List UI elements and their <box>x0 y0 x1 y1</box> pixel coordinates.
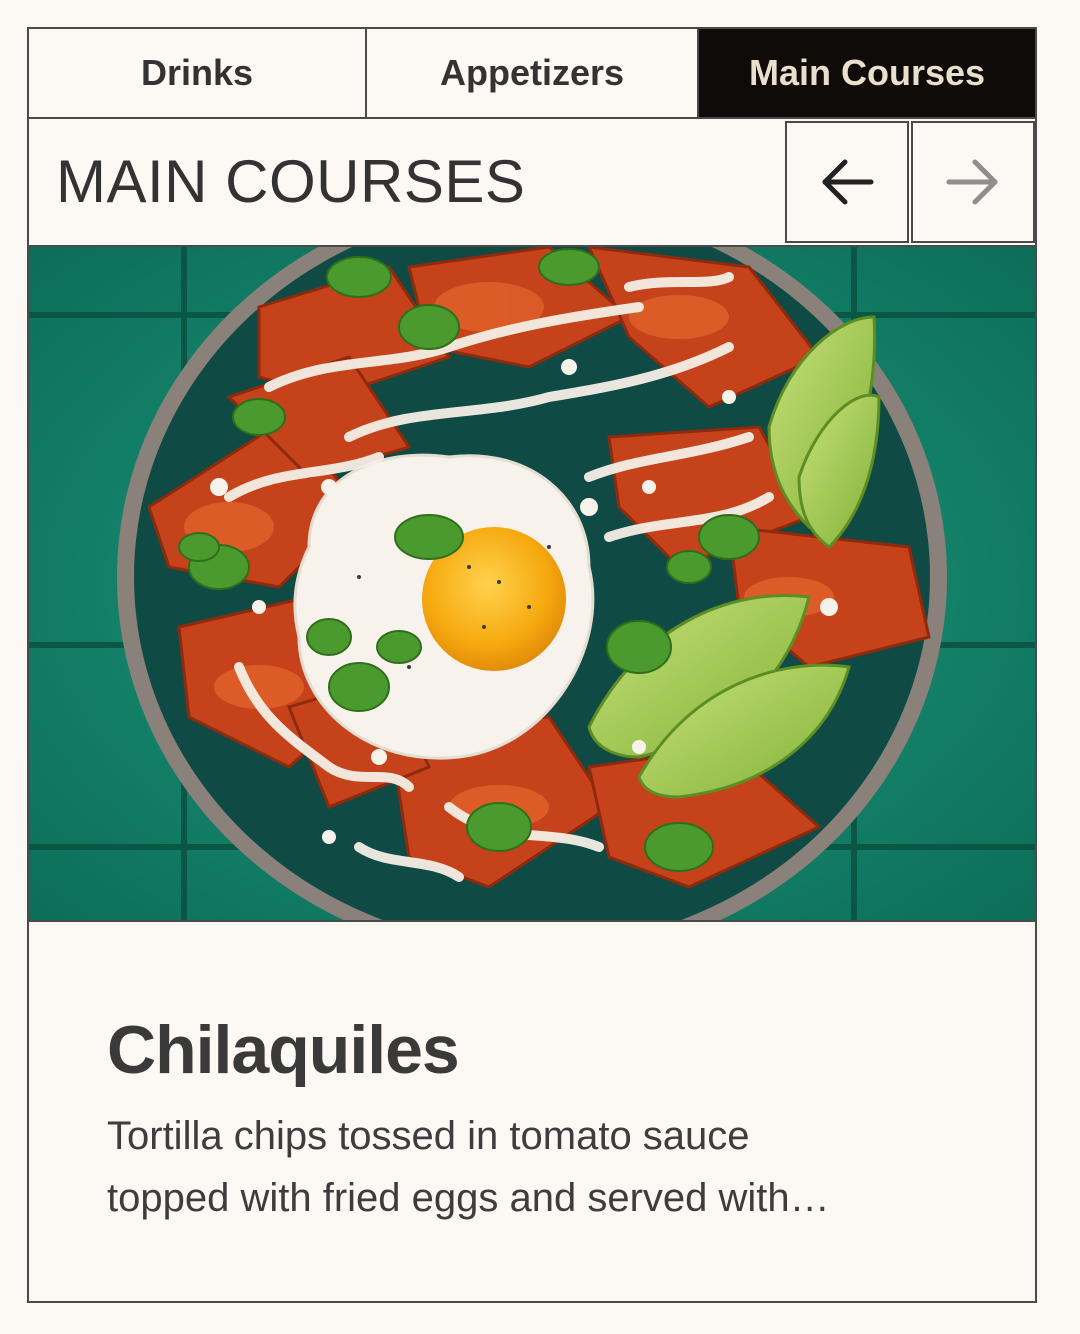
arrow-left-icon <box>822 159 874 205</box>
tab-drinks[interactable]: Drinks <box>29 29 367 117</box>
previous-button[interactable] <box>785 121 909 243</box>
tab-appetizers[interactable]: Appetizers <box>367 29 699 117</box>
dish-photo <box>29 247 1035 922</box>
next-button[interactable] <box>911 121 1035 243</box>
dish-description-line-2: topped with fried eggs and served with… <box>107 1176 830 1220</box>
menu-card: Drinks Appetizers Main Courses MAIN COUR… <box>27 27 1037 1303</box>
category-tabs: Drinks Appetizers Main Courses <box>29 29 1035 119</box>
dish-description: Tortilla chips tossed in tomato sauce to… <box>107 1105 937 1229</box>
arrow-right-icon <box>946 159 998 205</box>
chilaquiles-photo <box>29 247 1035 920</box>
tab-main-courses[interactable]: Main Courses <box>699 29 1035 117</box>
section-title: MAIN COURSES <box>56 148 526 215</box>
dish-description-line-1: Tortilla chips tossed in tomato sauce <box>107 1114 750 1158</box>
dish-name: Chilaquiles <box>107 1012 460 1088</box>
section-header: MAIN COURSES <box>29 119 1035 247</box>
